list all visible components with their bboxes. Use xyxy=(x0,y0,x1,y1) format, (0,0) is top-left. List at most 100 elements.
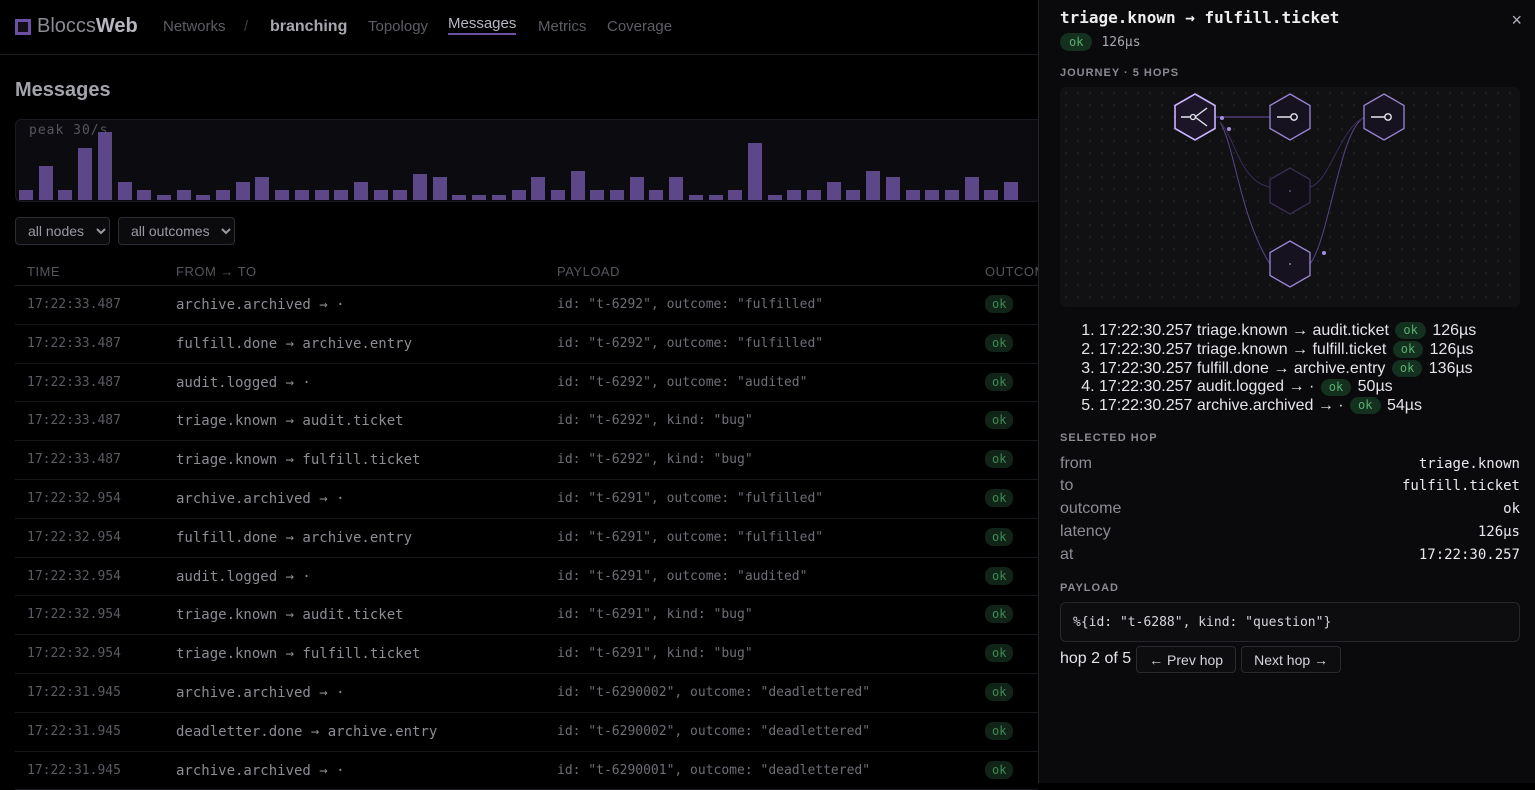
logo-icon xyxy=(15,18,31,35)
kv-key: latency xyxy=(1060,523,1111,540)
hop-detail-panel: triage.known → fulfill.ticket × ok 126µs… xyxy=(1038,0,1535,783)
chart-bar xyxy=(432,176,447,200)
filters: all nodes all outcomes xyxy=(15,217,235,245)
hop-latency: 126µs xyxy=(1429,340,1474,358)
message-rate-chart: peak 30/s xyxy=(15,119,1039,202)
prev-hop-button[interactable]: ← Prev hop xyxy=(1136,646,1237,673)
row-route: archive.archived → · xyxy=(176,490,345,507)
chart-bar xyxy=(413,174,427,200)
chart-bar xyxy=(826,181,841,200)
row-outcome: ok xyxy=(985,450,1014,469)
table-row[interactable]: 17:22:33.487 audit.logged → · id: "t-6292"… xyxy=(15,364,1038,403)
chart-bar xyxy=(649,189,664,200)
row-route: archive.archived → · xyxy=(176,297,345,313)
messages-table: TIME FROM → TO PAYLOAD OUTCOME 17:22:33.… xyxy=(15,258,1054,790)
outcome-badge: ok xyxy=(985,488,1014,507)
nav-messages[interactable]: Messages xyxy=(448,15,517,35)
table-row[interactable]: 17:22:32.954 triage.known → fulfill.ticke… xyxy=(15,635,1038,674)
outcome-filter-select[interactable]: all outcomes xyxy=(118,217,235,245)
chart-bar xyxy=(669,176,684,200)
row-route: archive.archived → · xyxy=(176,684,345,701)
hop-item[interactable]: 17:22:30.257 archive.archived → · ok 54µ… xyxy=(1099,397,1476,416)
outcome-badge: ok xyxy=(985,527,1014,546)
hop-latency: 126µs xyxy=(1432,322,1477,339)
header-payload[interactable]: PAYLOAD xyxy=(557,264,620,279)
row-route: triage.known → audit.ticket xyxy=(176,413,404,430)
row-outcome: ok xyxy=(985,566,1014,585)
payload-label: PAYLOAD xyxy=(1060,582,1119,594)
hop-item[interactable]: 17:22:30.257 triage.known → fulfill.tick… xyxy=(1099,341,1476,360)
outcome-badge: ok xyxy=(985,333,1014,352)
table-row[interactable]: 17:22:31.945 deadletter.done → archive.en… xyxy=(15,713,1038,752)
hop-time: 17:22:30.257 xyxy=(1099,397,1193,415)
row-time: 17:22:32.954 xyxy=(27,607,121,623)
next-hop-button[interactable]: Next hop → xyxy=(1241,646,1342,673)
kv-key: to xyxy=(1060,477,1074,494)
logo-text: BloccsWeb xyxy=(37,15,138,37)
selected-hop-label: SELECTED HOP xyxy=(1060,432,1158,444)
row-payload: id: "t-6291", outcome: "audited" xyxy=(557,568,808,584)
outcome-badge: ok xyxy=(985,372,1014,391)
nav-topology[interactable]: Topology xyxy=(368,18,428,35)
nav-networks[interactable]: Networks xyxy=(163,18,226,35)
kv-value: 126µs xyxy=(1477,524,1520,540)
row-time: 17:22:33.487 xyxy=(27,452,121,468)
row-payload: id: "t-6291", kind: "bug" xyxy=(557,607,753,623)
chart-bar xyxy=(373,189,388,200)
row-payload: id: "t-6291", outcome: "fulfilled" xyxy=(557,529,824,545)
row-payload: id: "t-6291", outcome: "fulfilled" xyxy=(557,490,824,506)
chart-bar xyxy=(176,189,191,200)
row-route: deadletter.done → archive.entry xyxy=(176,723,438,740)
table-row[interactable]: 17:22:33.487 archive.archived → · id: "t-6… xyxy=(15,286,1038,325)
row-outcome: ok xyxy=(985,411,1014,430)
table-row[interactable]: 17:22:32.954 fulfill.done → archive.entry… xyxy=(15,519,1038,558)
hop-outcome-badge: ok xyxy=(1392,341,1424,359)
chart-bar xyxy=(610,189,624,200)
nav-coverage[interactable]: Coverage xyxy=(607,18,672,35)
chart-bar xyxy=(393,189,408,200)
table-row[interactable]: 17:22:31.945 archive.archived → · id: "t-6… xyxy=(15,752,1038,790)
table-row[interactable]: 17:22:33.487 triage.known → fulfill.ticke… xyxy=(15,441,1038,480)
hop-list: 17:22:30.257 triage.known → audit.ticket… xyxy=(1079,322,1476,416)
kv-value: triage.known xyxy=(1418,456,1520,472)
kv-outcome: outcome ok xyxy=(1060,500,1520,518)
hop-item[interactable]: 17:22:30.257 audit.logged → · ok 50µs xyxy=(1099,378,1476,397)
row-time: 17:22:32.954 xyxy=(27,490,121,506)
chart-bar xyxy=(866,171,881,200)
payload-box: %{id: "t-6288", kind: "question"} xyxy=(1060,602,1520,642)
kv-key: at xyxy=(1060,546,1074,563)
chart-bar xyxy=(846,189,861,200)
hop-item[interactable]: 17:22:30.257 triage.known → audit.ticket… xyxy=(1099,322,1476,341)
table-row[interactable]: 17:22:32.954 archive.archived → · id: "t-6… xyxy=(15,480,1038,519)
row-outcome: ok xyxy=(985,644,1014,663)
kv-at: at 17:22:30.257 xyxy=(1060,546,1520,564)
row-time: 17:22:33.487 xyxy=(27,374,121,390)
pager-text: hop 2 of 5 xyxy=(1060,649,1132,667)
table-row[interactable]: 17:22:33.487 fulfill.done → archive.entry… xyxy=(15,325,1038,364)
table-body: 17:22:33.487 archive.archived → · id: "t-6… xyxy=(15,286,1038,790)
table-row[interactable]: 17:22:32.954 audit.logged → · id: "t-6291"… xyxy=(15,558,1038,597)
node-filter-select[interactable]: all nodes xyxy=(15,217,110,245)
nav-metrics[interactable]: Metrics xyxy=(538,18,586,35)
table-row[interactable]: 17:22:31.945 archive.archived → · id: "t-6… xyxy=(15,674,1038,713)
chart-bar xyxy=(747,142,762,200)
row-route: audit.logged → · xyxy=(176,374,311,391)
row-time: 17:22:31.945 xyxy=(27,762,121,778)
close-icon[interactable]: × xyxy=(1511,10,1522,31)
table-row[interactable]: 17:22:33.487 triage.known → audit.ticket i… xyxy=(15,402,1038,442)
edge-dot xyxy=(1227,127,1231,131)
logo[interactable]: BloccsWeb xyxy=(15,15,138,38)
outcome-badge: ok xyxy=(985,721,1014,740)
kv-latency: latency 126µs xyxy=(1060,523,1520,541)
row-outcome: ok xyxy=(985,527,1014,546)
chart-bar xyxy=(156,194,171,200)
header-route[interactable]: FROM → TO xyxy=(176,264,257,279)
nav-network-name[interactable]: branching xyxy=(270,18,347,36)
hop-item[interactable]: 17:22:30.257 fulfill.done → archive.entr… xyxy=(1099,360,1476,379)
header-time[interactable]: TIME xyxy=(27,264,60,279)
hop-latency: 136µs xyxy=(1428,359,1473,377)
chart-bar xyxy=(550,189,565,200)
table-row[interactable]: 17:22:32.954 triage.known → audit.ticket i… xyxy=(15,596,1038,636)
row-payload: id: "t-6290002", outcome: "deadlettered" xyxy=(557,723,871,739)
chart-bar xyxy=(767,194,782,200)
